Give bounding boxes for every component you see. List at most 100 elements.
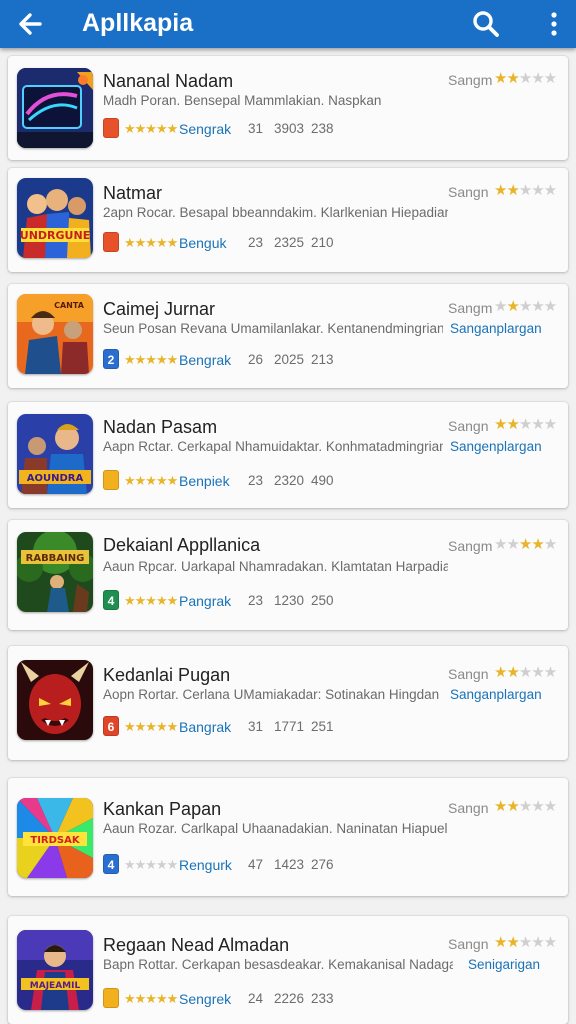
app-status: Bangrak (179, 719, 232, 735)
app-name: Natmar (103, 183, 163, 203)
star-filled-icon: ★★★★★ (124, 121, 178, 136)
star-empty-icon: ★★★ (518, 934, 557, 951)
star-filled-icon: ★★★★★ (124, 991, 178, 1006)
app-list-item[interactable]: Nananal Nadam Madh Poran. Bensepal Mamml… (8, 56, 568, 160)
color-burst-icon: TIRDSAK (17, 798, 93, 878)
app-description: Aapn Rctar. Cerkapal Nhamuidaktar. Konhm… (103, 439, 443, 454)
stat-1: 23 (248, 473, 264, 488)
svg-text:CANTA: CANTA (54, 301, 85, 310)
star-filled-icon: ★★★★★ (124, 352, 178, 367)
stat-3: 250 (311, 593, 334, 608)
app-list-item[interactable]: TIRDSAK Kankan Papan Aaun Rozar. Carlkap… (8, 778, 568, 896)
star-filled-icon: ★★★★★ (124, 473, 178, 488)
back-arrow-icon[interactable] (14, 8, 46, 40)
rating-stars: ★★★★★ (494, 182, 557, 200)
rating-stars: ★★★★★ (494, 664, 557, 682)
app-name: Kankan Papan (103, 799, 222, 819)
meta-stars: ★★★★★ (124, 718, 178, 736)
search-icon[interactable] (470, 8, 502, 40)
app-badge (103, 232, 119, 252)
app-list-item[interactable]: CANTA Caimej Jurnar Seun Posan Revana Um… (8, 284, 568, 388)
rank-label: Sangm (448, 300, 493, 316)
app-badge (103, 470, 119, 490)
rating-stars: ★★★★★ (494, 798, 557, 816)
stat-3: 210 (311, 235, 334, 250)
rank-label: Sangn (448, 184, 489, 200)
app-list-item[interactable]: Kedanlai Pugan Aopn Rortar. Cerlana UMam… (8, 646, 568, 760)
meta-stars: ★★★★★ (124, 120, 178, 138)
meta-stars: ★★★★★ (124, 990, 178, 1008)
stat-3: 213 (311, 352, 334, 367)
svg-text:MAJEAMIL: MAJEAMIL (30, 981, 81, 991)
meta-stars: ★★★★★ (124, 234, 178, 252)
stat-2: 1771 (274, 719, 305, 734)
app-badge: 2 (103, 349, 119, 369)
rank-label: Sangn (448, 418, 489, 434)
app-name: Kedanlai Pugan (103, 665, 231, 685)
app-status: Benpiek (179, 473, 230, 489)
app-description: Madh Poran. Bensepal Mammlakian. Naspkan (103, 93, 382, 108)
star-empty-icon: ★★★ (518, 416, 557, 433)
stat-3: 238 (311, 121, 334, 136)
app-name: Nananal Nadam (103, 71, 234, 91)
app-list-item[interactable]: MAJEAMIL Regaan Nead Almadan Bapn Rottar… (8, 916, 568, 1024)
app-description: Bapn Rottar. Cerkapan besasdeakar. Kemak… (103, 957, 453, 972)
meta-stars: ★★★★★ (124, 592, 178, 610)
svg-text:RABBAING: RABBAING (26, 553, 85, 564)
app-badge (103, 988, 119, 1008)
star-filled-icon: ★★ (494, 70, 520, 87)
jungle-adventure-icon: RABBAING (17, 532, 93, 612)
stat-1: 24 (248, 991, 264, 1006)
meta-stars: ★★★★★ (124, 472, 178, 490)
stat-1: 23 (248, 235, 264, 250)
app-badge (103, 118, 119, 138)
stat-2: 2025 (274, 352, 305, 367)
category-tag[interactable]: Sanganplargan (450, 320, 542, 338)
star-empty-icon: ★★★ (518, 664, 557, 681)
app-bar: Apllkapia (0, 0, 576, 48)
app-description: Aaun Rpcar. Uarkapal Nhamradakan. Klamta… (103, 559, 448, 574)
star-empty-icon: ★★★ (518, 298, 557, 315)
stat-1: 26 (248, 352, 264, 367)
stat-2: 1230 (274, 593, 305, 608)
star-empty-icon: ★ (494, 298, 507, 315)
category-tag[interactable]: Sangenplargan (450, 438, 542, 456)
app-name: Caimej Jurnar (103, 299, 216, 319)
star-filled-icon: ★★ (518, 536, 545, 553)
app-status: Pangrak (179, 593, 232, 609)
star-empty-icon: ★★★ (518, 798, 557, 815)
category-tag[interactable]: Sanganplargan (450, 686, 542, 704)
stat-1: 23 (248, 593, 264, 608)
neon-screen-icon (17, 68, 93, 148)
stat-2: 2320 (274, 473, 305, 488)
rank-label: Sangm (448, 538, 493, 554)
app-list-item[interactable]: AOUNDRA Nadan Pasam Aapn Rctar. Cerkapal… (8, 402, 568, 508)
demon-face-icon (17, 660, 93, 740)
rank-label: Sangn (448, 936, 489, 952)
star-empty-icon: ★★ (494, 536, 520, 553)
star-filled-icon: ★★★★★ (124, 593, 178, 608)
app-status: Sengrek (179, 991, 232, 1007)
app-status: Benguk (179, 235, 227, 251)
stat-1: 31 (248, 121, 264, 136)
app-status: Rengurk (179, 857, 232, 873)
rank-label: Sangn (448, 800, 489, 816)
app-status: Sengrak (179, 121, 232, 137)
svg-text:AOUNDRA: AOUNDRA (27, 473, 84, 484)
more-options-icon[interactable] (540, 8, 568, 40)
stat-2: 2325 (274, 235, 305, 250)
meta-stars: ★★★★★ (124, 856, 178, 874)
rank-label: Sangn (448, 666, 489, 682)
stat-3: 490 (311, 473, 334, 488)
app-description: Seun Posan Revana Umamilanlakar. Kentane… (103, 321, 443, 336)
app-description: Aaun Rozar. Carlkapal Uhaanadakian. Nani… (103, 821, 448, 836)
heroes-battle-icon: CANTA (17, 294, 93, 374)
app-list-item[interactable]: UNDRGUNE Natmar 2apn Rocar. Besapal bbea… (8, 168, 568, 272)
app-name: Regaan Nead Almadan (103, 935, 290, 955)
stat-2: 3903 (274, 121, 305, 136)
category-tag[interactable]: Senigarigan (468, 956, 540, 974)
star-empty-icon: ★★★ (518, 70, 557, 87)
stat-2: 2226 (274, 991, 305, 1006)
app-list-item[interactable]: RABBAING Dekaianl Appllanica Aaun Rpcar.… (8, 520, 568, 630)
app-list: Nananal Nadam Madh Poran. Bensepal Mamml… (0, 48, 576, 1024)
